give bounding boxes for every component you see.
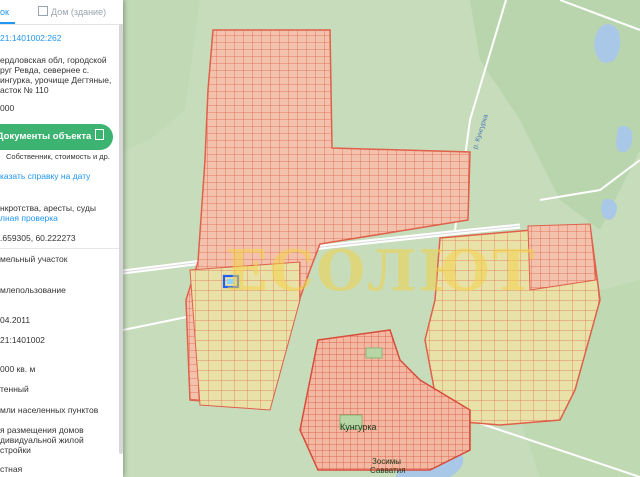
building-icon [38,6,48,16]
full-check-link[interactable]: лная проверка [0,213,58,223]
watermark-text: ЕСОЛЮТ [225,238,537,304]
land-use: млепользование [0,285,66,295]
place-label-zosimy: Зосимы [372,457,401,466]
cadastral-number[interactable]: 21:1401002:262 [0,33,61,43]
panel-tabs: ок Дом (здание) [0,0,123,25]
purpose-line-2: дивидуальной жилой [0,435,84,445]
status-value: тенный [0,384,29,394]
document-icon [95,129,105,140]
address-line-3: ингурка, урочище Дегтяные, [0,75,112,85]
object-type: мельный участок [0,254,68,264]
documents-button-label: Документы объекта [0,131,92,142]
place-label-kungurka: Кунгурка [340,422,377,432]
address-line-4: асток № 110 [0,85,49,95]
info-panel: ок Дом (здание) 21:1401002:262 ердловска… [0,0,123,477]
ownership-value: стная [0,464,23,474]
documents-button[interactable]: Документы объекта [0,124,113,150]
report-link[interactable]: казать справку на дату [0,171,90,181]
address-line-2: руг Ревда, севернее с. [0,65,90,75]
block-number: 21:1401002 [0,335,45,345]
coordinates: .659305, 60.222273 [0,233,76,243]
purpose-line-1: я размещения домов [0,425,84,435]
tab-building[interactable]: Дом (здание) [38,0,106,24]
date-value: 04.2011 [0,315,31,325]
checks-line: нкротства, аресты, суды [0,203,96,213]
documents-subtitle: Собственник, стоимость и др. [6,152,110,161]
value-field: 000 [0,103,15,113]
divider [0,248,123,249]
panel-scrollbar[interactable] [119,24,123,454]
tab-building-label: Дом (здание) [51,7,107,17]
place-label-savvatiya: Савватия [370,466,406,475]
address-line-1: ердловская обл, городской [0,55,107,65]
tab-plot[interactable]: ок [0,0,15,24]
area-value: 000 кв. м [0,364,36,374]
category-value: мли населенных пунктов [0,405,99,415]
purpose-line-3: стройки [0,445,31,455]
